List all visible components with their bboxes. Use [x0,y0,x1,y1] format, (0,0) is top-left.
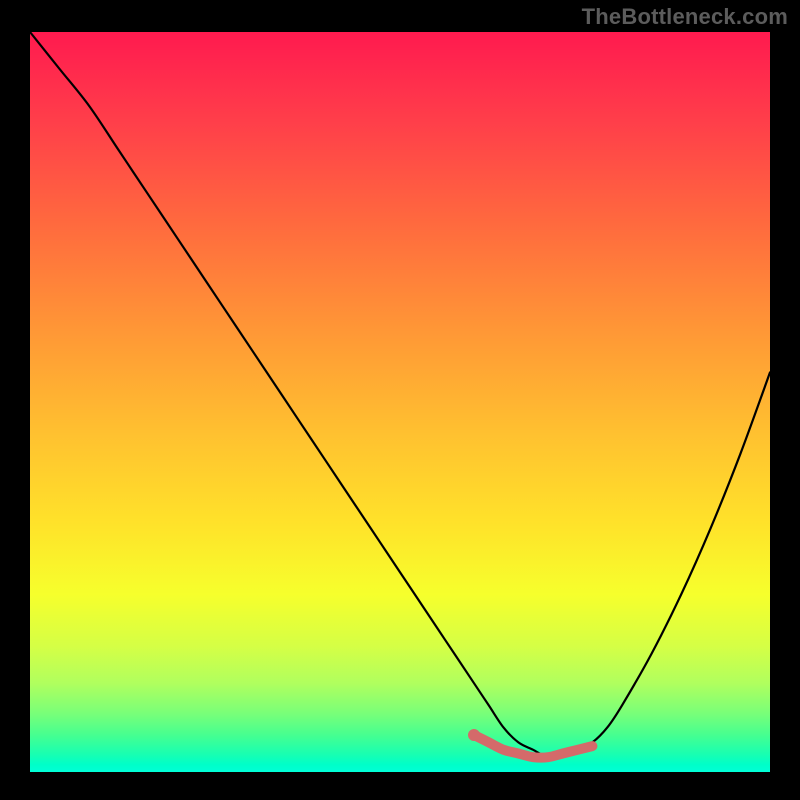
plot-area [30,32,770,772]
bottleneck-curve [30,32,770,757]
watermark-text: TheBottleneck.com [582,4,788,30]
chart-frame: TheBottleneck.com [0,0,800,800]
highlight-dot-icon [468,729,480,741]
curve-layer [30,32,770,772]
highlight-segment [474,735,592,758]
